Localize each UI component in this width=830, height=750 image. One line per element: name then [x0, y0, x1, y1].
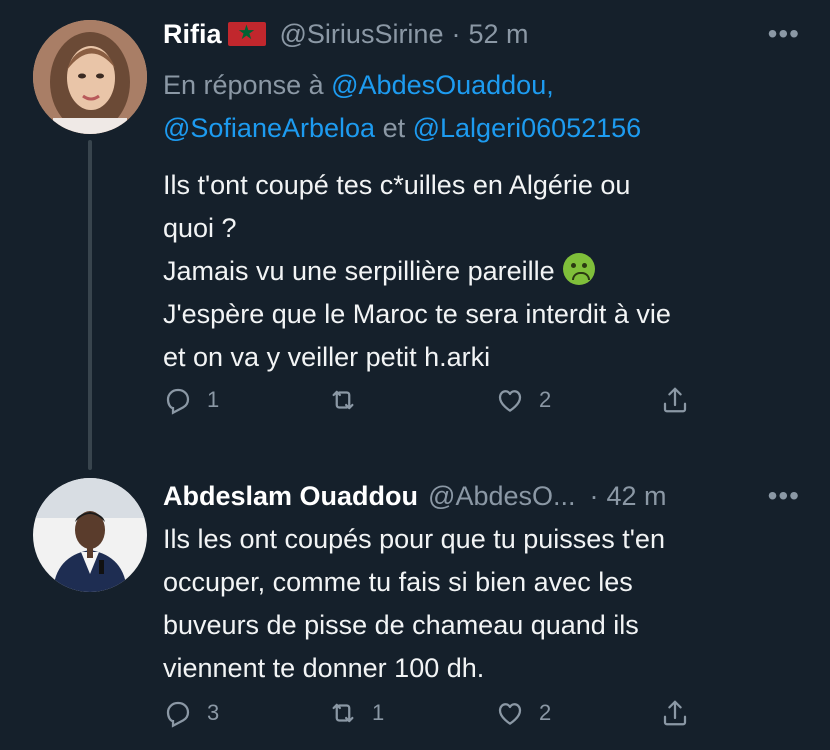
- tweet-line: quoi ?: [163, 213, 237, 243]
- tweet-line: occuper, comme tu fais si bien avec les: [163, 567, 633, 597]
- reply-context: En réponse à @AbdesOuaddou, @SofianeArbe…: [163, 64, 803, 150]
- reply-button[interactable]: 1: [163, 385, 219, 415]
- like-count: 2: [539, 700, 552, 725]
- tweet-actions: 1 2: [163, 385, 723, 425]
- avatar-portrait-icon: [33, 478, 147, 592]
- share-icon: [663, 387, 687, 413]
- more-options-icon[interactable]: •••: [768, 480, 800, 512]
- timestamp[interactable]: 52 m: [468, 14, 528, 54]
- nauseated-face-icon: [562, 253, 595, 285]
- tweet-header: Rifia @SiriusSirine · 52 m: [163, 14, 529, 54]
- retweet-button[interactable]: [328, 385, 372, 415]
- tweet-line: buveurs de pisse de chameau quand ils: [163, 610, 639, 640]
- handle[interactable]: @AbdesO...: [428, 476, 575, 516]
- tweet-line-with-emoji: Jamais vu une serpillière pareille: [163, 250, 803, 293]
- mention-link[interactable]: @SofianeArbeloa: [163, 113, 375, 143]
- tweet-line: viennent te donner 100 dh.: [163, 653, 485, 683]
- tweet-actions: 3 1 2: [163, 698, 723, 738]
- display-name[interactable]: Rifia: [163, 14, 222, 54]
- timestamp[interactable]: 42 m: [607, 476, 667, 516]
- reply-icon: [166, 701, 190, 728]
- like-button[interactable]: 2: [495, 698, 551, 728]
- reply-icon: [166, 388, 190, 415]
- reply-count: 3: [207, 700, 220, 725]
- reply-count: 1: [207, 387, 220, 412]
- retweet-icon: [332, 703, 354, 723]
- display-name[interactable]: Abdeslam Ouaddou: [163, 476, 418, 516]
- tweet-text: Ils les ont coupés pour que tu puisses t…: [163, 518, 803, 690]
- mention-link[interactable]: @Lalgeri06052156: [413, 113, 642, 143]
- retweet-count: 1: [372, 700, 385, 725]
- handle[interactable]: @SiriusSirine: [280, 14, 444, 54]
- tweet-line: et on va y veiller petit h.arki: [163, 342, 491, 372]
- tweet-text: Ils t'ont coupé tes c*uilles en Algérie …: [163, 164, 803, 379]
- retweet-button[interactable]: 1: [328, 698, 384, 728]
- avatar-rifia[interactable]: [33, 20, 147, 134]
- share-icon: [663, 700, 687, 726]
- like-button[interactable]: 2: [495, 385, 551, 415]
- reply-joiner: et: [382, 113, 406, 143]
- retweet-icon: [332, 390, 354, 410]
- more-options-icon[interactable]: •••: [768, 18, 800, 50]
- morocco-flag-icon: [227, 21, 266, 46]
- tweet-abdeslam: Abdeslam Ouaddou @AbdesO... · 42 m ••• I…: [0, 470, 830, 750]
- share-button[interactable]: [660, 385, 690, 415]
- mention-link[interactable]: @AbdesOuaddou,: [331, 70, 554, 100]
- like-count: 2: [539, 387, 552, 412]
- separator: ·: [451, 19, 461, 49]
- avatar-portrait-icon: [33, 20, 147, 134]
- avatar-abdeslam[interactable]: [33, 478, 147, 592]
- heart-icon: [498, 390, 522, 412]
- separator: ·: [589, 481, 599, 511]
- tweet-line: Ils t'ont coupé tes c*uilles en Algérie …: [163, 170, 631, 200]
- tweet-rifia: Rifia @SiriusSirine · 52 m ••• En répons…: [0, 0, 830, 470]
- tweet-line: Jamais vu une serpillière pareille: [163, 256, 555, 286]
- reply-button[interactable]: 3: [163, 698, 219, 728]
- reply-prefix: En réponse à: [163, 70, 324, 100]
- thread-line: [88, 140, 92, 470]
- share-button[interactable]: [660, 698, 690, 728]
- tweet-line: Ils les ont coupés pour que tu puisses t…: [163, 524, 665, 554]
- tweet-line: J'espère que le Maroc te sera interdit à…: [163, 299, 671, 329]
- heart-icon: [498, 703, 522, 725]
- tweet-header: Abdeslam Ouaddou @AbdesO... · 42 m: [163, 476, 667, 516]
